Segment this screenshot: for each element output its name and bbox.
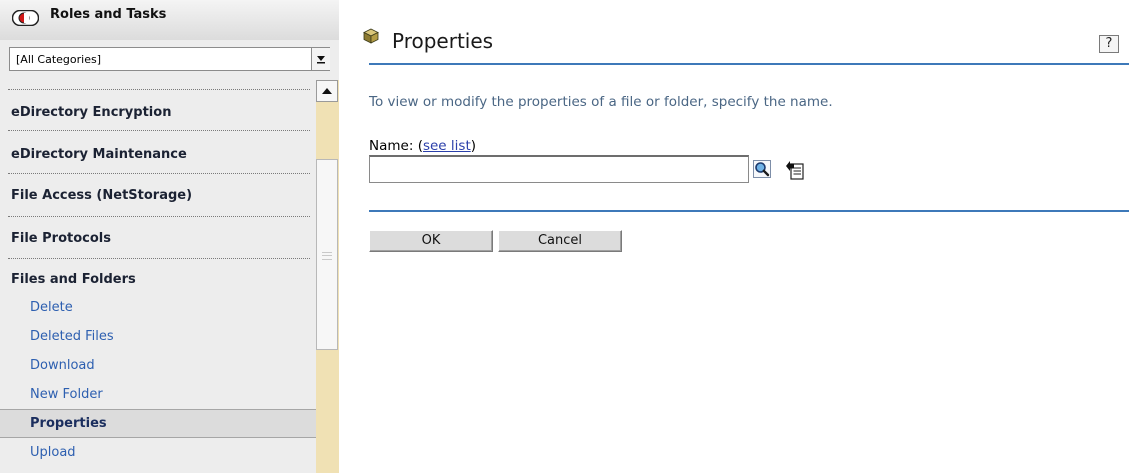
scroll-thumb[interactable]: [316, 159, 338, 350]
task-item-new-folder[interactable]: New Folder: [0, 380, 316, 409]
ok-button[interactable]: OK: [369, 230, 493, 252]
category-label: File Protocols: [11, 231, 111, 246]
task-label: Delete: [30, 300, 73, 315]
page-title: Properties: [392, 29, 494, 53]
category-label: Files and Folders: [11, 272, 136, 287]
divider: [8, 130, 310, 131]
task-item-upload[interactable]: Upload: [0, 439, 316, 468]
category-edirectory-encryption[interactable]: eDirectory Encryption: [0, 90, 316, 130]
task-label: Upload: [30, 445, 76, 460]
category-label: File Access (NetStorage): [11, 188, 193, 203]
category-label: eDirectory Encryption: [11, 105, 172, 120]
roles-and-tasks-sidebar: Roles and Tasks [All Categories] eDirect…: [0, 0, 339, 473]
name-label: Name:: [369, 138, 414, 154]
roles-and-tasks-icon[interactable]: [12, 10, 39, 26]
see-list-link[interactable]: see list: [423, 138, 471, 154]
dropdown-arrow-button[interactable]: [311, 48, 330, 70]
properties-panel: Properties ? To view or modify the prope…: [339, 0, 1129, 473]
sidebar-header: Roles and Tasks: [0, 0, 339, 40]
category-file-access[interactable]: File Access (NetStorage): [0, 174, 316, 214]
task-label: Download: [30, 358, 95, 373]
chevron-down-icon: [317, 56, 325, 64]
task-label: Deleted Files: [30, 329, 114, 344]
category-dropdown-value: [All Categories]: [16, 53, 102, 66]
category-files-and-folders[interactable]: Files and Folders: [0, 258, 316, 298]
sidebar-list: eDirectory Encryption eDirectory Mainten…: [0, 80, 316, 473]
cancel-button[interactable]: Cancel: [498, 230, 622, 252]
name-input[interactable]: [369, 155, 749, 183]
category-label: eDirectory Maintenance: [11, 147, 187, 162]
task-item-properties[interactable]: Properties: [0, 409, 316, 438]
task-item-deleted-files[interactable]: Deleted Files: [0, 322, 316, 351]
cube-icon: [363, 28, 379, 44]
magnifier-icon: [755, 162, 770, 177]
help-button[interactable]: ?: [1099, 35, 1119, 53]
divider: [369, 210, 1129, 212]
category-dropdown[interactable]: [All Categories]: [9, 47, 330, 71]
chevron-up-icon: [322, 88, 332, 94]
grip-icon: [322, 252, 332, 260]
search-button[interactable]: [753, 160, 771, 178]
task-item-download[interactable]: Download: [0, 351, 316, 380]
task-label: New Folder: [30, 387, 103, 402]
instructions-text: To view or modify the properties of a fi…: [369, 94, 833, 110]
object-browser-icon: [786, 161, 804, 180]
sidebar-scrollbar[interactable]: [316, 80, 339, 473]
sidebar-title: Roles and Tasks: [50, 7, 167, 22]
category-file-protocols[interactable]: File Protocols: [0, 217, 316, 257]
task-item-delete[interactable]: Delete: [0, 293, 316, 322]
object-browser-button[interactable]: [785, 160, 805, 180]
task-label: Properties: [30, 416, 107, 431]
name-field-label: Name: (see list): [369, 138, 476, 154]
scroll-up-button[interactable]: [316, 80, 338, 102]
divider: [369, 63, 1129, 65]
see-list-close-paren: ): [470, 138, 477, 154]
category-edirectory-maintenance[interactable]: eDirectory Maintenance: [0, 132, 316, 172]
